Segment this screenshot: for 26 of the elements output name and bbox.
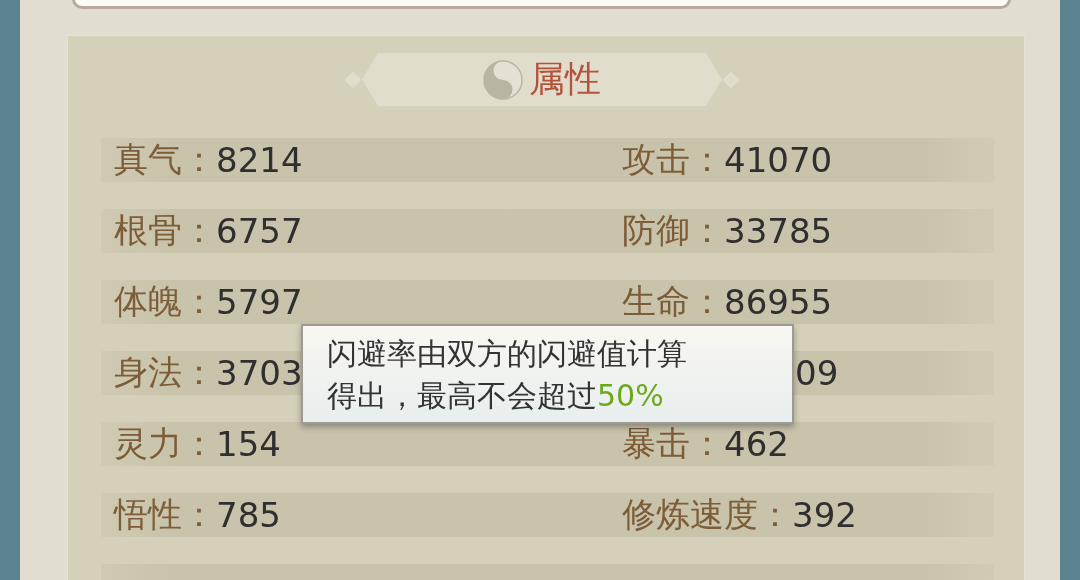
attribute-value: 5797 (216, 282, 303, 322)
attribute-label: 悟性： (114, 493, 216, 536)
attribute-label: 防御： (622, 209, 724, 252)
attribute-label: 根骨： (114, 209, 216, 252)
attribute-label: 暴击： (622, 422, 724, 465)
attribute-value: 154 (216, 424, 281, 464)
attribute-label: 真气： (114, 138, 216, 181)
attribute-value: 09 (795, 353, 839, 393)
attribute-value: 462 (724, 424, 789, 464)
attribute-value: 86955 (724, 282, 833, 322)
attribute-label: 修炼速度： (622, 493, 792, 536)
attribute-value: 6757 (216, 211, 303, 251)
attribute-value: 785 (216, 495, 281, 535)
attribute-value: 33785 (724, 211, 833, 251)
panel-title: 属性 (529, 57, 601, 101)
attribute-label: 身法： (114, 351, 216, 394)
attribute-value: 41070 (724, 140, 833, 180)
attribute-value: 392 (792, 495, 857, 535)
attribute-value: 3703 (216, 353, 303, 393)
attribute-label: 体魄： (114, 280, 216, 323)
attribute-label: 生命： (622, 280, 724, 323)
tooltip-text: 闪避率由双方的闪避值计算得出，最高不会超过50% (327, 335, 687, 415)
yin-yang-icon (483, 59, 523, 100)
attribute-label: 灵力： (114, 422, 216, 465)
attribute-value: 8214 (216, 140, 303, 180)
attribute-label: 攻击： (622, 138, 724, 181)
